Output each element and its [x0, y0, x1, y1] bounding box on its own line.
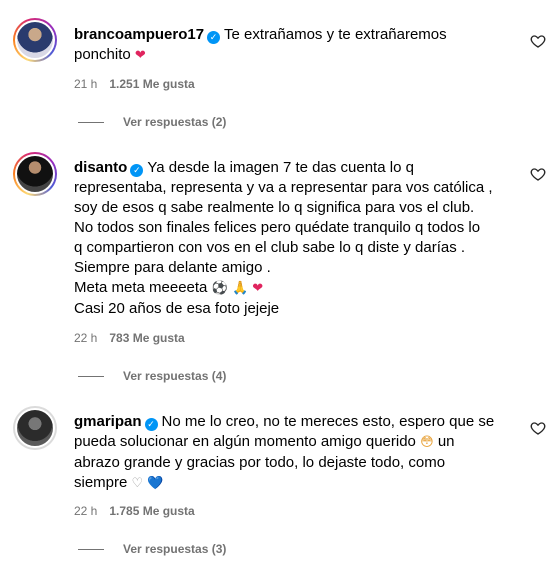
avatar[interactable]: [13, 152, 57, 196]
comment-body: brancoampuero17 ✓ Te extrañamos y te extra…: [74, 25, 514, 66]
verified-badge-icon: ✓: [207, 31, 221, 44]
verified-badge-icon: ✓: [130, 164, 144, 177]
comment-text: No todos son finales felices pero quédat…: [74, 219, 481, 236]
comment-text: siempre: [74, 474, 128, 491]
comment-text: Meta meta meeeeta: [74, 279, 208, 296]
red-heart-emoji: ❤: [134, 48, 146, 63]
view-replies-label: Ver respuestas (3): [123, 542, 227, 556]
comment-text: pueda solucionar en algún momento amigo …: [74, 433, 416, 450]
heart-outline-icon[interactable]: [530, 420, 546, 436]
comment-meta: 21 h 1.251 Me gusta: [74, 77, 195, 91]
verified-badge-icon: ✓: [144, 418, 158, 431]
view-replies-label: Ver respuestas (4): [123, 369, 227, 383]
likes-count[interactable]: 1.785 Me gusta: [109, 504, 194, 518]
comment-meta: 22 h 1.785 Me gusta: [74, 504, 195, 518]
comment-text: Ya desde la imagen 7 te das cuenta lo q: [147, 159, 414, 176]
timestamp: 22 h: [74, 331, 98, 345]
comment-text: ponchito: [74, 46, 131, 63]
blue-heart-emoji: 💙: [147, 476, 164, 491]
comment-text: Casi 20 años de esa foto jejeje: [74, 300, 280, 317]
timestamp: 22 h: [74, 504, 98, 518]
comment-text: q compartieron con vos en el club sabe l…: [74, 239, 466, 256]
view-replies-button[interactable]: Ver respuestas (4): [78, 369, 226, 383]
view-replies-button[interactable]: Ver respuestas (2): [78, 115, 226, 129]
divider-line: [78, 121, 104, 123]
timestamp: 21 h: [74, 77, 98, 91]
username[interactable]: gmaripan: [74, 413, 142, 430]
view-replies-button[interactable]: Ver respuestas (3): [78, 542, 226, 556]
divider-line: [78, 375, 104, 377]
username[interactable]: disanto: [74, 159, 127, 176]
avatar[interactable]: [13, 406, 57, 450]
praying-hands-emoji: 🙏: [231, 281, 249, 296]
comment-text: Siempre para delante amigo .: [74, 259, 271, 276]
comment-body: gmaripan ✓ No me lo creo, no te mereces es…: [74, 412, 514, 494]
likes-count[interactable]: 1.251 Me gusta: [109, 77, 194, 91]
flushed-face-emoji: 😳: [420, 435, 434, 450]
divider-line: [78, 548, 104, 550]
comment-meta: 22 h 783 Me gusta: [74, 331, 185, 345]
comment-body: disanto ✓ Ya desde la imagen 7 te das cuen…: [74, 158, 514, 319]
likes-count[interactable]: 783 Me gusta: [109, 331, 184, 345]
comment-text: Te extrañamos y te extrañaremos: [224, 26, 447, 43]
heart-outline-icon[interactable]: [530, 166, 546, 182]
comment-text: soy de esos q sabe realmente lo q signif…: [74, 199, 475, 216]
comment-text: abrazo grande y gracias por todo, lo dej…: [74, 454, 446, 471]
avatar[interactable]: [13, 18, 57, 62]
soccer-ball-emoji: ⚽: [211, 281, 228, 296]
comment-text: un: [437, 433, 455, 450]
comment-text: No me lo creo, no te mereces esto, esper…: [161, 413, 495, 430]
username[interactable]: brancoampuero17: [74, 26, 204, 43]
red-heart-emoji: ❤: [252, 281, 264, 296]
heart-outline-icon[interactable]: [530, 33, 546, 49]
view-replies-label: Ver respuestas (2): [123, 115, 227, 129]
white-heart-emoji: ♡: [131, 476, 144, 491]
comment-text: representaba, representa y va a represen…: [74, 179, 493, 196]
